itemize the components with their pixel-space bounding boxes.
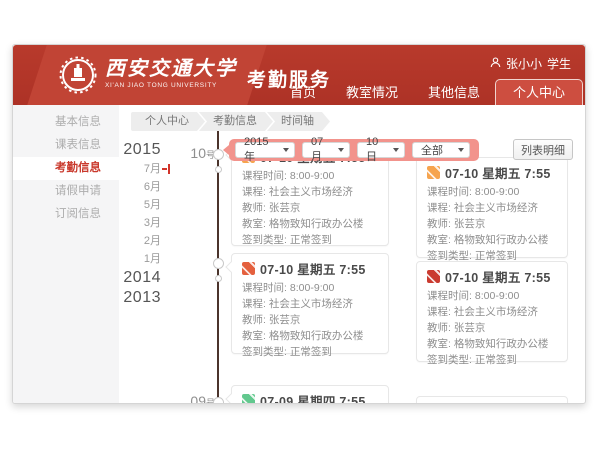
month-select[interactable]: 07月 <box>302 142 350 158</box>
day-marker-09: 09号 <box>173 393 215 404</box>
card-field-teacher: 教师:张芸京 <box>427 216 557 232</box>
card-field-course: 课程:社会主义市场经济 <box>427 200 557 216</box>
attendance-card[interactable]: 07-10 星期五 7:55 课程时间:8:00-9:00 课程:社会主义市场经… <box>416 261 568 362</box>
card-field-room: 教室:格物致知行政办公楼 <box>242 328 378 344</box>
timeline-year-2013[interactable]: 2013 <box>111 288 161 308</box>
timeline-node <box>215 166 222 173</box>
nav-home[interactable]: 首页 <box>275 81 331 105</box>
list-detail-button[interactable]: 列表明细 <box>513 139 573 160</box>
user-icon <box>490 57 501 71</box>
card-field-checkin: 签到类型:正常签到 <box>242 344 378 360</box>
university-name-cn: 西安交通大学 <box>105 56 237 80</box>
card-field-course: 课程:社会主义市场经济 <box>242 296 378 312</box>
attendance-card-partial[interactable] <box>416 396 568 404</box>
timeline-year-2015[interactable]: 2015 <box>111 140 161 160</box>
university-logo <box>59 56 97 94</box>
checkin-stamp-icon <box>427 270 440 283</box>
card-field-room: 教室:格物致知行政办公楼 <box>242 216 378 232</box>
user-name: 张小小 <box>506 55 542 72</box>
attendance-card[interactable]: 07-09 星期四 7:55 <box>231 385 389 404</box>
university-name-block: 西安交通大学 XI'AN JIAO TONG UNIVERSITY <box>105 56 237 89</box>
sidebar-item-basic-info[interactable]: 基本信息 <box>13 111 119 134</box>
checkin-stamp-icon <box>427 166 440 179</box>
sidebar-list: 基本信息 课表信息 考勤信息 请假申请 订阅信息 <box>13 105 119 226</box>
sidebar-item-subscription-info[interactable]: 订阅信息 <box>13 203 119 226</box>
card-field-teacher: 教师:张芸京 <box>242 312 378 328</box>
card-title: 07-10 星期五 7:55 <box>260 259 366 278</box>
card-field-teacher: 教师:张芸京 <box>242 200 378 216</box>
timeline-year-2014[interactable]: 2014 <box>111 268 161 288</box>
timeline-labels: 2015 7月 6月 5月 3月 2月 1月 2014 2013 <box>111 140 161 308</box>
card-title: 07-10 星期五 7:55 <box>445 163 551 182</box>
sidebar-item-schedule-info[interactable]: 课表信息 <box>13 134 119 157</box>
day-marker-10: 10号 <box>173 145 215 161</box>
main-nav: 首页 教室情况 其他信息 个人中心 <box>275 79 583 105</box>
timeline-month-jun[interactable]: 6月 <box>111 178 161 196</box>
checkin-stamp-icon <box>242 394 255 404</box>
card-field-time: 课程时间:8:00-9:00 <box>242 168 378 184</box>
nav-other-info[interactable]: 其他信息 <box>413 81 495 105</box>
card-title: 07-10 星期五 7:55 <box>445 267 551 286</box>
checkin-stamp-icon <box>242 262 255 275</box>
card-field-time: 课程时间:8:00-9:00 <box>427 288 557 304</box>
attendance-app-window: 西安交通大学 XI'AN JIAO TONG UNIVERSITY 考勤服务 张… <box>12 44 586 404</box>
caret-down-icon <box>458 148 464 152</box>
card-field-course: 课程:社会主义市场经济 <box>242 184 378 200</box>
caret-down-icon <box>338 148 344 152</box>
attendance-card[interactable]: 07-10 星期五 7:55 课程时间:8:00-9:00 课程:社会主义市场经… <box>416 157 568 258</box>
year-select[interactable]: 2015年 <box>235 142 295 158</box>
timeline-node <box>213 397 224 404</box>
timeline-month-feb[interactable]: 2月 <box>111 232 161 250</box>
selected-month-marker <box>162 164 170 174</box>
card-field-time: 课程时间:8:00-9:00 <box>242 280 378 296</box>
card-field-room: 教室:格物致知行政办公楼 <box>427 232 557 248</box>
card-pointer <box>225 393 236 404</box>
timeline-month-jul[interactable]: 7月 <box>111 160 161 178</box>
card-field-course: 课程:社会主义市场经济 <box>427 304 557 320</box>
nav-personal-center[interactable]: 个人中心 <box>495 79 583 105</box>
sidebar-item-attendance-info[interactable]: 考勤信息 <box>13 157 119 180</box>
day-select[interactable]: 10日 <box>357 142 405 158</box>
timeline-month-jan[interactable]: 1月 <box>111 250 161 268</box>
user-role: 学生 <box>547 55 571 72</box>
nav-classrooms[interactable]: 教室情况 <box>331 81 413 105</box>
breadcrumb: 个人中心 考勤信息 时间轴 <box>131 112 330 131</box>
breadcrumb-timeline[interactable]: 时间轴 <box>267 112 330 131</box>
caret-down-icon <box>393 148 399 152</box>
user-info[interactable]: 张小小 学生 <box>490 55 571 72</box>
university-name-en: XI'AN JIAO TONG UNIVERSITY <box>105 82 237 89</box>
caret-down-icon <box>283 148 289 152</box>
attendance-card[interactable]: 07-10 星期五 7:55 课程时间:8:00-9:00 课程:社会主义市场经… <box>231 253 389 354</box>
card-field-checkin: 签到类型:正常签到 <box>242 232 378 248</box>
sidebar: 基本信息 课表信息 考勤信息 请假申请 订阅信息 <box>13 105 119 404</box>
timeline-node <box>215 275 222 282</box>
timeline-month-may[interactable]: 5月 <box>111 196 161 214</box>
app-header: 西安交通大学 XI'AN JIAO TONG UNIVERSITY 考勤服务 张… <box>13 45 585 105</box>
card-title: 07-09 星期四 7:55 <box>260 391 366 404</box>
screenshot-canvas: 西安交通大学 XI'AN JIAO TONG UNIVERSITY 考勤服务 张… <box>0 0 600 450</box>
sidebar-item-leave-request[interactable]: 请假申请 <box>13 180 119 203</box>
card-field-time: 课程时间:8:00-9:00 <box>427 184 557 200</box>
card-field-room: 教室:格物致知行政办公楼 <box>427 336 557 352</box>
type-select[interactable]: 全部 <box>412 142 470 158</box>
card-pointer <box>225 261 236 272</box>
card-field-teacher: 教师:张芸京 <box>427 320 557 336</box>
filter-bar: 2015年 07月 10日 全部 <box>229 139 479 161</box>
timeline-node <box>213 258 224 269</box>
card-field-checkin: 签到类型:正常签到 <box>427 352 557 368</box>
breadcrumb-personal-center[interactable]: 个人中心 <box>131 112 205 131</box>
timeline-month-mar[interactable]: 3月 <box>111 214 161 232</box>
breadcrumb-attendance-info[interactable]: 考勤信息 <box>199 112 273 131</box>
